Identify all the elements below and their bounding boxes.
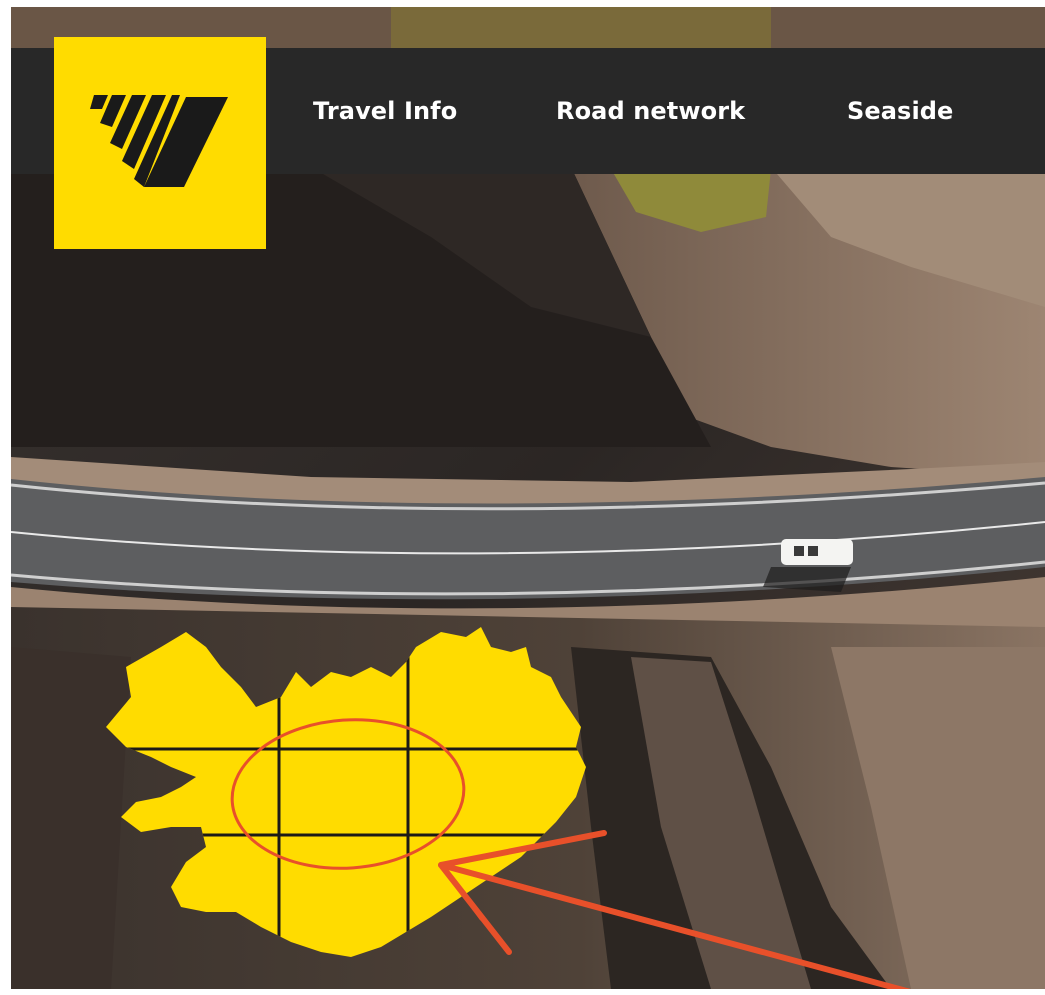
nav-link-seaside[interactable]: Seaside [847, 48, 953, 174]
nav-link-travel-info[interactable]: Travel Info [313, 48, 457, 174]
home-logo-button[interactable] [54, 37, 266, 249]
stripe-v-logo-icon [90, 95, 228, 187]
nav-link-road-network[interactable]: Road network [556, 48, 745, 174]
app-frame: Travel Info Road network Seaside [11, 7, 1045, 989]
